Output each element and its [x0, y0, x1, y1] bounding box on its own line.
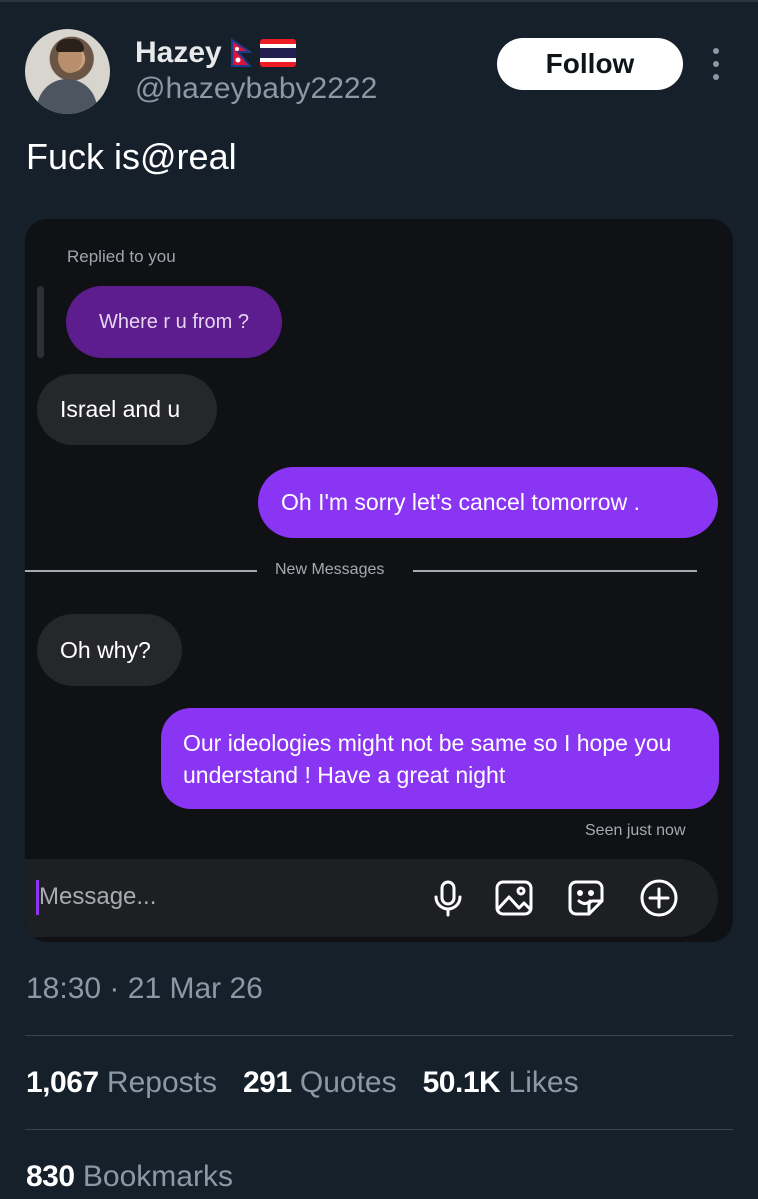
dot [713, 48, 719, 54]
plus-circle-icon [640, 879, 678, 917]
divider [25, 1035, 733, 1036]
quotes-stat[interactable]: 291 Quotes [243, 1066, 397, 1100]
microphone-icon [434, 880, 462, 917]
time: 18:30 [26, 972, 102, 1005]
new-messages-divider-left [25, 570, 257, 572]
message-composer: Message... [25, 859, 718, 937]
message-input-placeholder: Message... [39, 883, 157, 910]
image-icon [495, 880, 533, 916]
tweet-text: Fuck is@real [26, 136, 237, 177]
dot [713, 74, 719, 80]
bookmarks-label: Bookmarks [82, 1160, 233, 1193]
thailand-flag-icon [259, 39, 296, 67]
dot [713, 61, 719, 67]
tweet-timestamp[interactable]: 18:30 · 21 Mar 26 [26, 972, 263, 1006]
replied-label: Replied to you [67, 247, 176, 266]
reposts-count: 1,067 [26, 1066, 99, 1099]
seen-status: Seen just now [585, 822, 686, 839]
reply-indicator-bar [37, 286, 44, 358]
outgoing-message-bubble: Oh I'm sorry let's cancel tomorrow . [258, 467, 718, 538]
avatar-shirt [37, 79, 97, 114]
new-messages-divider-right [413, 570, 697, 572]
sticker-icon [568, 880, 604, 916]
quotes-count: 291 [242, 1066, 292, 1099]
separator: · [109, 972, 120, 1005]
reposts-stat[interactable]: 1,067 Reposts [26, 1066, 217, 1100]
likes-label: Likes [508, 1066, 579, 1099]
attached-image-dm-screenshot[interactable]: Replied to you Where r u from ? Israel a… [25, 219, 733, 942]
author-name[interactable]: Hazey [135, 36, 222, 70]
new-messages-divider-label: New Messages [275, 561, 385, 578]
nepal-flag-icon [230, 38, 252, 67]
engagement-stats: 1,067 Reposts 291 Quotes 50.1K Likes [26, 1066, 579, 1100]
more-options-icon[interactable] [708, 48, 724, 80]
quoted-message-bubble: Where r u from ? [66, 286, 282, 358]
bookmarks-count: 830 [26, 1160, 75, 1193]
author-name-row[interactable]: Hazey [135, 35, 296, 71]
likes-stat[interactable]: 50.1K Likes [423, 1066, 579, 1100]
incoming-message-bubble: Oh why? [37, 614, 182, 686]
incoming-message-bubble: Israel and u [37, 374, 217, 445]
bookmarks-stat[interactable]: 830 Bookmarks [26, 1160, 233, 1194]
outgoing-message-bubble: Our ideologies might not be same so I ho… [161, 708, 719, 809]
follow-button[interactable]: Follow [497, 38, 683, 90]
author-handle[interactable]: @hazeybaby2222 [135, 72, 377, 106]
likes-count: 50.1K [422, 1066, 501, 1099]
date: 21 Mar 26 [127, 972, 263, 1005]
quotes-label: Quotes [299, 1066, 397, 1099]
avatar[interactable] [25, 29, 110, 114]
divider [25, 1129, 733, 1130]
top-divider [0, 0, 758, 2]
reposts-label: Reposts [106, 1066, 217, 1099]
avatar-hair [56, 39, 84, 52]
